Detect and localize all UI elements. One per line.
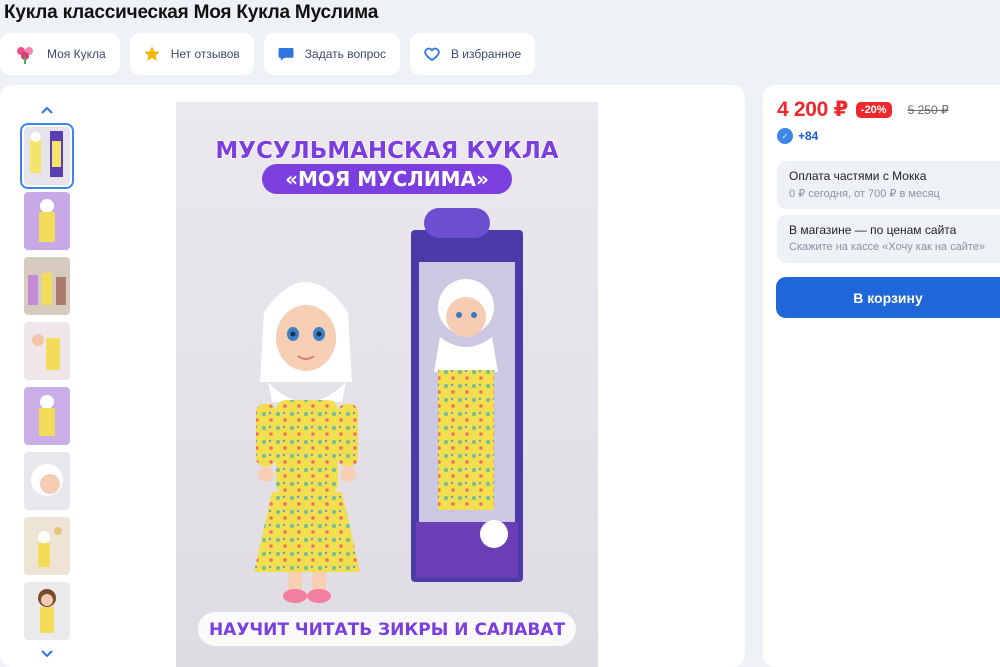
- favorites-label: В избранное: [450, 47, 522, 61]
- bonus-coin-icon: ✓: [777, 128, 793, 144]
- banner-footer: НАУЧИТ ЧИТАТЬ ЗИКРЫ И САЛАВАТ: [209, 620, 566, 640]
- ask-question-label: Задать вопрос: [304, 47, 386, 61]
- current-price: 4 200 ₽: [777, 98, 848, 121]
- reviews-chip-label: Нет отзывов: [170, 47, 240, 61]
- product-actions-bar: Моя Кукла Нет отзывов Задать вопрос В из…: [0, 33, 536, 75]
- thumbnail-strip: [18, 103, 76, 661]
- ask-question-chip[interactable]: Задать вопрос: [263, 33, 400, 75]
- brand-chip-label: Моя Кукла: [47, 47, 106, 61]
- thumbnail[interactable]: [20, 123, 74, 189]
- installment-title: Оплата частями с Мокка: [789, 169, 927, 183]
- brand-chip[interactable]: Моя Кукла: [0, 33, 120, 75]
- chat-bubble-icon: [276, 44, 296, 64]
- bonus-points[interactable]: ✓ +84: [777, 128, 818, 144]
- chevron-up-icon[interactable]: [18, 103, 76, 117]
- thumbnail[interactable]: [24, 452, 70, 510]
- thumbnail[interactable]: [24, 582, 70, 640]
- thumbnail[interactable]: [24, 192, 70, 250]
- buy-box: 4 200 ₽ -20% 5 250 ₽ ✓ +84 Оплата частям…: [763, 85, 1000, 667]
- reviews-chip[interactable]: Нет отзывов: [129, 33, 254, 75]
- thumbnail[interactable]: [24, 322, 70, 380]
- heart-icon: [422, 44, 442, 64]
- brand-logo-icon: [12, 41, 38, 67]
- store-price-subtitle: Скажите на кассе «Хочу как на сайте»: [789, 241, 985, 253]
- star-icon: [142, 44, 162, 64]
- installment-card[interactable]: Оплата частями с Мокка 0 ₽ сегодня, от 7…: [777, 161, 1000, 209]
- store-price-title: В магазине — по ценам сайта: [789, 223, 957, 237]
- favorites-chip[interactable]: В избранное: [409, 33, 536, 75]
- store-price-card[interactable]: В магазине — по ценам сайта Скажите на к…: [777, 215, 1000, 263]
- product-title: Кукла классическая Моя Кукла Муслима: [4, 2, 379, 23]
- chevron-down-icon[interactable]: [18, 647, 76, 661]
- product-gallery: МУСУЛЬМАНСКАЯ КУКЛА «МОЯ МУСЛИМА» НАУЧИТ…: [0, 85, 745, 667]
- discount-badge: -20%: [855, 101, 892, 118]
- thumbnail[interactable]: [24, 387, 70, 445]
- add-to-cart-button[interactable]: В корзину: [776, 277, 1000, 318]
- banner-subheadline: «МОЯ МУСЛИМА»: [285, 167, 489, 191]
- installment-subtitle: 0 ₽ сегодня, от 700 ₽ в месяц: [789, 188, 940, 200]
- bonus-value: +84: [798, 129, 819, 143]
- thumbnail[interactable]: [24, 257, 70, 315]
- thumbnail[interactable]: [24, 517, 70, 575]
- price-row: 4 200 ₽ -20% 5 250 ₽: [777, 97, 949, 122]
- banner-headline: МУСУЛЬМАНСКАЯ КУКЛА: [215, 138, 558, 164]
- main-product-image[interactable]: МУСУЛЬМАНСКАЯ КУКЛА «МОЯ МУСЛИМА» НАУЧИТ…: [176, 102, 598, 667]
- old-price: 5 250 ₽: [907, 102, 949, 117]
